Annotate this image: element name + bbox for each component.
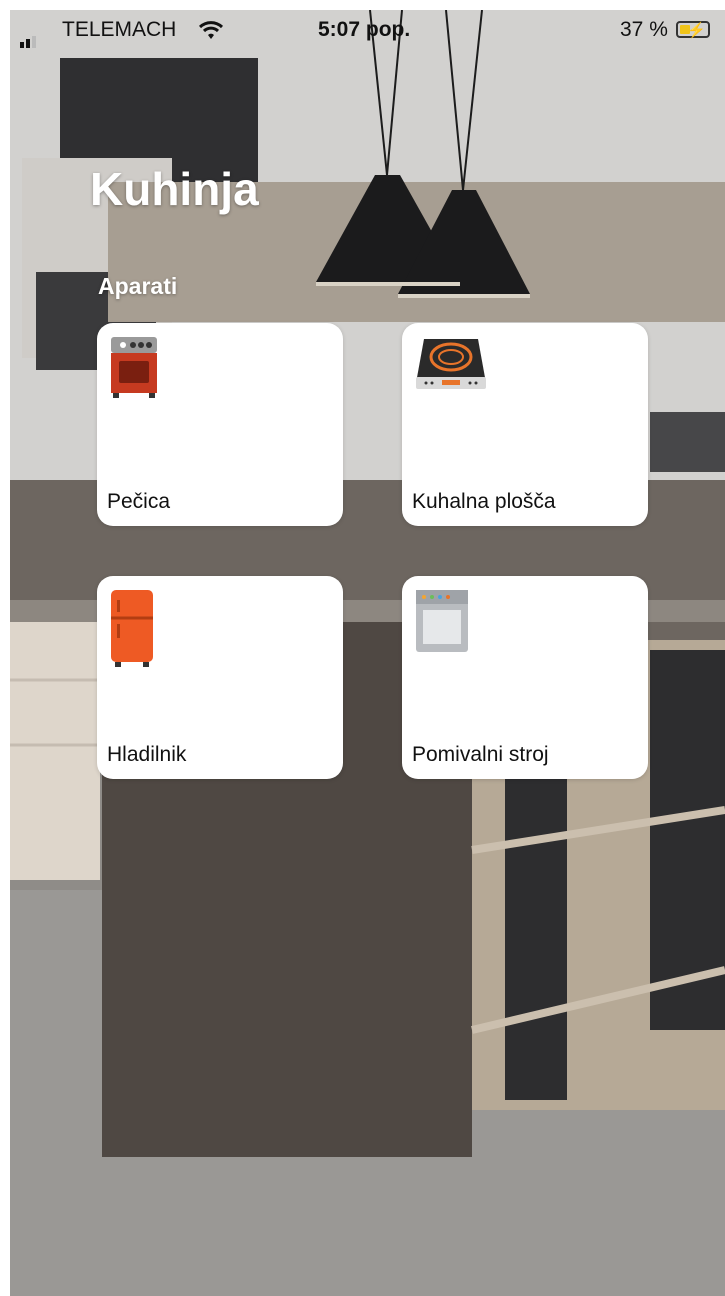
fridge-icon xyxy=(111,590,153,667)
appliance-label: Pomivalni stroj xyxy=(412,743,549,766)
battery-percentage: 37 % xyxy=(620,18,668,41)
app-screen: TELEMACH 5:07 pop. 37 % ⚡ Kuhinja Aparat… xyxy=(10,10,725,1296)
appliance-tile-pomivalni-stroj[interactable]: Pomivalni stroj xyxy=(402,576,648,779)
appliance-label: Kuhalna plošča xyxy=(412,490,556,513)
dishwasher-icon xyxy=(416,590,468,652)
appliance-label: Hladilnik xyxy=(107,743,187,766)
oven-icon xyxy=(111,337,157,398)
induction-cooktop-icon xyxy=(416,339,486,389)
appliance-label: Pečica xyxy=(107,490,171,513)
room-title: Kuhinja xyxy=(90,163,259,215)
appliance-tile-hladilnik[interactable]: Hladilnik xyxy=(97,576,343,779)
carrier-name: TELEMACH xyxy=(62,18,177,41)
wifi-icon xyxy=(198,21,224,39)
appliance-tile-pecica[interactable]: Pečica xyxy=(97,323,343,526)
signal-strength-icon xyxy=(20,24,38,48)
clock-time: 5:07 pop. xyxy=(318,18,411,41)
appliance-tile-kuhalna-plosca[interactable]: Kuhalna plošča xyxy=(402,323,648,526)
section-heading: Aparati xyxy=(98,273,178,299)
battery-icon: ⚡ xyxy=(676,21,710,39)
status-bar: TELEMACH 5:07 pop. 37 % ⚡ xyxy=(10,10,725,50)
